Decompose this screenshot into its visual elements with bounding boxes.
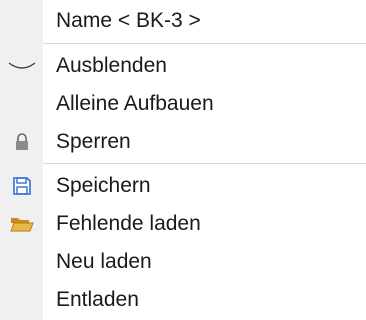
open-folder-icon <box>0 205 43 243</box>
context-menu: Name < BK-3 > Ausblenden Alleine Aufbaue… <box>0 0 366 320</box>
menu-item-lock[interactable]: Sperren <box>0 123 366 161</box>
menu-item-hide-label: Ausblenden <box>56 54 167 77</box>
menu-item-unload-label: Entladen <box>56 288 139 311</box>
menu-separator <box>43 163 366 164</box>
lock-icon <box>0 123 43 161</box>
menu-item-name-label: Name < BK-3 > <box>56 9 201 32</box>
menu-item-hide[interactable]: Ausblenden <box>0 47 366 85</box>
menu-item-name[interactable]: Name < BK-3 > <box>0 2 366 40</box>
save-disk-icon <box>0 167 43 205</box>
menu-item-load-missing[interactable]: Fehlende laden <box>0 205 366 243</box>
menu-item-load-missing-label: Fehlende laden <box>56 212 201 235</box>
menu-item-lock-label: Sperren <box>56 130 131 153</box>
eye-closed-icon <box>0 47 43 85</box>
menu-item-build-alone[interactable]: Alleine Aufbauen <box>0 85 366 123</box>
menu-item-unload[interactable]: Entladen <box>0 281 366 319</box>
menu-separator <box>43 43 366 44</box>
menu-item-reload[interactable]: Neu laden <box>0 243 366 281</box>
menu-item-reload-label: Neu laden <box>56 250 152 273</box>
menu-item-save[interactable]: Speichern <box>0 167 366 205</box>
menu-item-save-label: Speichern <box>56 174 151 197</box>
menu-item-build-alone-label: Alleine Aufbauen <box>56 92 214 115</box>
